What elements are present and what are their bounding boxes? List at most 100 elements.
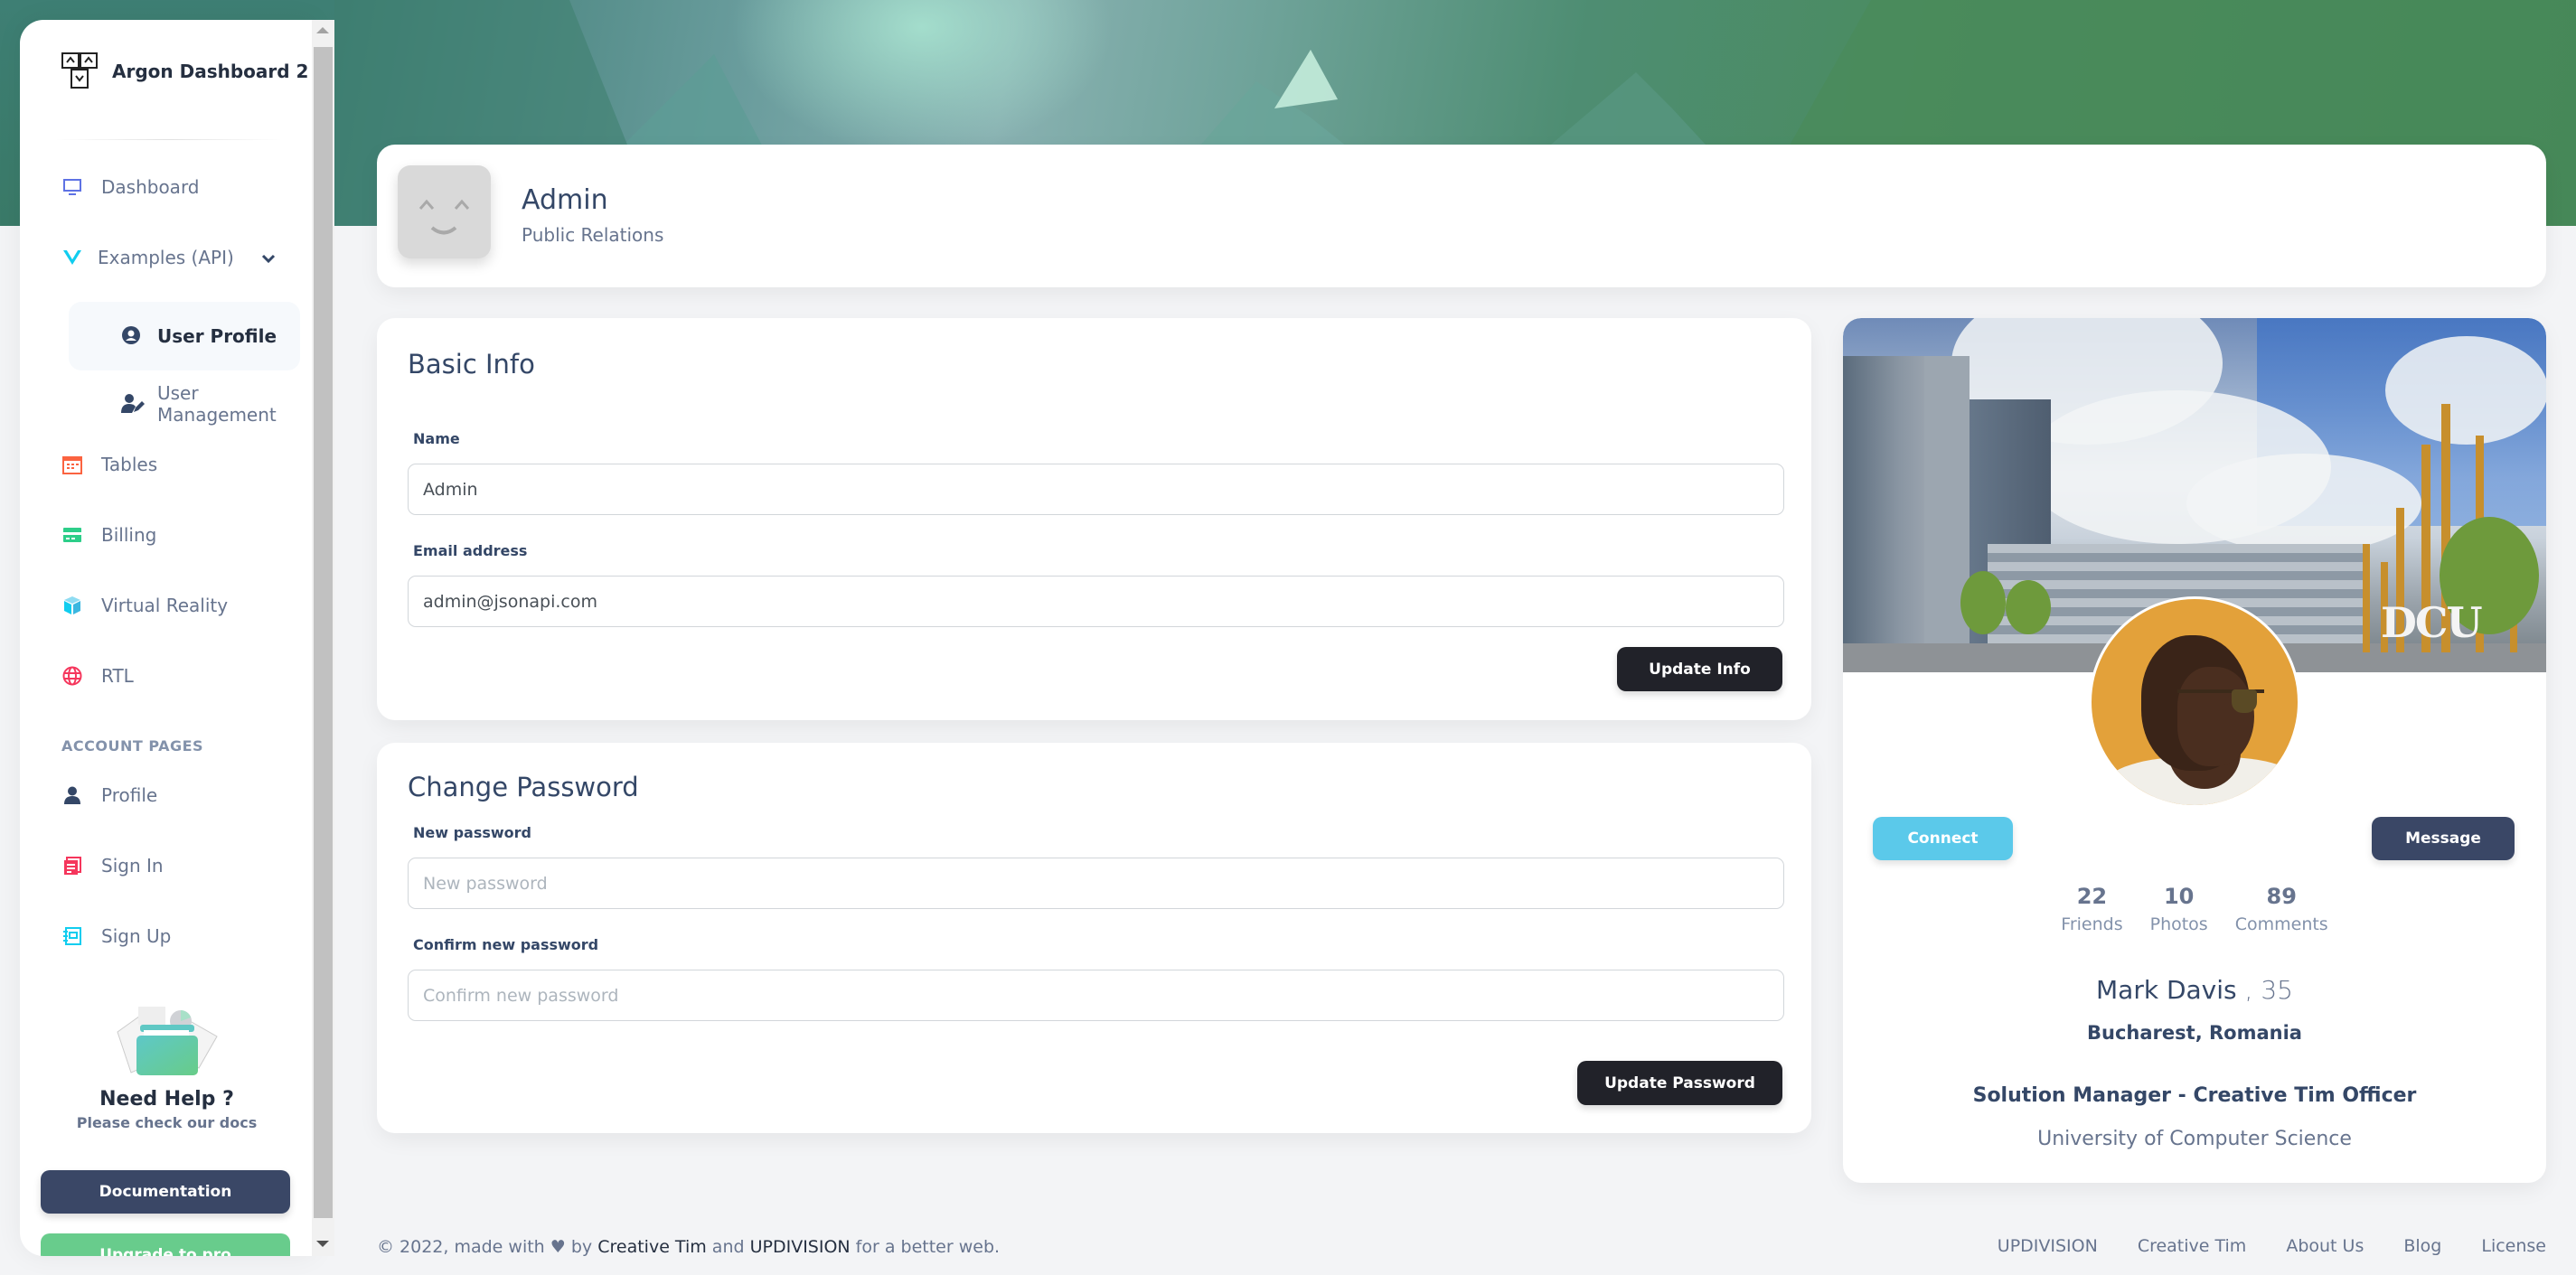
calendar-grid-icon [61, 454, 83, 475]
email-label: Email address [413, 542, 528, 559]
folder-illustration-icon [116, 1007, 218, 1075]
cover-sign-text: DCU [2381, 598, 2483, 647]
sidebar-scrollbar[interactable] [312, 20, 334, 1256]
email-input[interactable] [408, 576, 1784, 627]
sidebar-item-label: Examples (API) [98, 247, 234, 268]
footer-link-license[interactable]: License [2481, 1236, 2546, 1256]
sidebar-item-label: RTL [101, 665, 134, 687]
footer-by-text: by [570, 1237, 593, 1257]
sidebar-item-label: Virtual Reality [101, 595, 229, 616]
sidebar-item-billing[interactable]: Billing [61, 524, 156, 546]
sidebar-item-examples-api[interactable]: Examples (API) [61, 247, 276, 268]
notebook-icon [61, 925, 83, 947]
documentation-button[interactable]: Documentation [41, 1170, 290, 1214]
help-title: Need Help ? [99, 1088, 234, 1111]
footer-link-creative-tim-nav[interactable]: Creative Tim [2138, 1236, 2247, 1256]
footer-link-about-us[interactable]: About Us [2286, 1236, 2364, 1256]
sidebar-item-rtl[interactable]: RTL [61, 665, 134, 687]
footer-suffix-text: for a better web. [855, 1237, 1001, 1257]
profile-header-card: Admin Public Relations [377, 145, 2546, 287]
profile-name: Admin [522, 184, 608, 216]
sidebar-item-label: User Management [157, 382, 277, 426]
smiley-placeholder-icon [418, 199, 470, 235]
user-icon [61, 784, 83, 806]
brand-name: Argon Dashboard 2 [112, 61, 309, 82]
stat-value: 10 [2163, 884, 2195, 909]
stat-label: Photos [2149, 914, 2208, 934]
scroll-up-arrow-icon[interactable] [316, 27, 329, 33]
connect-button[interactable]: Connect [1873, 817, 2013, 860]
document-icon [61, 855, 83, 877]
globe-icon [61, 665, 83, 687]
footer-link-blog[interactable]: Blog [2403, 1236, 2441, 1256]
stat-comments: 89 Comments [2235, 884, 2328, 934]
stat-photos: 10 Photos [2150, 884, 2208, 934]
confirm-password-label: Confirm new password [413, 936, 599, 953]
cube-icon [61, 595, 83, 616]
message-button[interactable]: Message [2372, 817, 2515, 860]
stat-value: 89 [2266, 884, 2297, 909]
sidebar-item-label: Profile [101, 784, 158, 806]
sidebar-item-user-profile[interactable]: User Profile [69, 302, 300, 370]
footer-link-updivision-nav[interactable]: UPDIVISION [1998, 1236, 2098, 1256]
footer-copyright: © 2022, made with ♥ by Creative Tim and … [377, 1237, 1000, 1257]
sidebar-item-dashboard[interactable]: Dashboard [61, 176, 200, 198]
avatar [398, 165, 491, 258]
scrollbar-thumb[interactable] [314, 47, 333, 1218]
sidebar-item-virtual-reality[interactable]: Virtual Reality [61, 595, 228, 616]
divider [56, 139, 282, 140]
scroll-down-arrow-icon[interactable] [316, 1241, 329, 1247]
credit-card-icon [61, 524, 83, 546]
name-label: Name [413, 430, 460, 447]
sidebar-item-sign-in[interactable]: Sign In [61, 855, 164, 877]
update-info-button[interactable]: Update Info [1617, 647, 1782, 691]
profile-job: Solution Manager - Creative Tim Officer [1972, 1084, 2417, 1107]
monitor-icon [61, 176, 83, 198]
chevron-down-icon [261, 247, 276, 268]
profile-location: Bucharest, Romania [2087, 1022, 2302, 1044]
footer-link-updivision[interactable]: UPDIVISION [750, 1237, 851, 1257]
change-password-title: Change Password [408, 772, 639, 802]
sidebar-item-label: User Profile [157, 325, 277, 347]
user-circle-icon [121, 325, 143, 347]
profile-photo [2089, 596, 2300, 808]
footer-nav: UPDIVISION Creative Tim About Us Blog Li… [1998, 1236, 2546, 1256]
sidebar-item-sign-up[interactable]: Sign Up [61, 925, 171, 947]
section-heading-account-pages: ACCOUNT PAGES [61, 737, 204, 755]
stat-label: Comments [2234, 914, 2328, 934]
user-profile-card: DCU Connect Message 22 Friends 10 Photos… [1843, 318, 2546, 1183]
footer-link-creative-tim[interactable]: Creative Tim [597, 1237, 707, 1257]
basic-info-card: Basic Info Name Email address Update Inf… [377, 318, 1811, 720]
brand-link[interactable]: Argon Dashboard 2 [61, 52, 308, 90]
sidebar-item-profile[interactable]: Profile [61, 784, 157, 806]
new-password-input[interactable] [408, 858, 1784, 909]
profile-full-name: Mark Davis , 35 [1843, 975, 2546, 1005]
update-password-button[interactable]: Update Password [1577, 1061, 1782, 1105]
sidebar-item-label: Sign Up [101, 925, 172, 947]
profile-education: University of Computer Science [2037, 1128, 2352, 1150]
help-card: Need Help ? Please check our docs [20, 1005, 314, 1131]
stat-friends: 22 Friends [2061, 884, 2122, 934]
upgrade-to-pro-button[interactable]: Upgrade to pro [41, 1233, 290, 1256]
argon-logo-icon [61, 52, 98, 89]
profile-role: Public Relations [522, 224, 664, 246]
copyright-text: © 2022, made with [377, 1237, 545, 1257]
profile-name-text: Mark Davis [2096, 975, 2237, 1005]
sidebar-item-label: Tables [101, 454, 158, 475]
sidebar-item-tables[interactable]: Tables [61, 454, 157, 475]
heart-icon: ♥ [550, 1237, 566, 1257]
profile-age: , 35 [2244, 975, 2293, 1005]
vue-icon [61, 247, 83, 268]
sidebar-item-label: Billing [101, 524, 157, 546]
sidebar: Argon Dashboard 2 Dashboard Examples (AP… [20, 20, 314, 1256]
sidebar-item-label: Sign In [101, 855, 164, 877]
name-input[interactable] [408, 464, 1784, 515]
sidebar-item-label: Dashboard [101, 176, 200, 198]
new-password-label: New password [413, 824, 532, 841]
stat-value: 22 [2076, 884, 2108, 909]
sidebar-item-user-management[interactable]: User Management [69, 370, 300, 438]
user-edit-icon [121, 393, 145, 415]
basic-info-title: Basic Info [408, 349, 535, 380]
stat-label: Friends [2061, 914, 2123, 934]
confirm-password-input[interactable] [408, 970, 1784, 1021]
